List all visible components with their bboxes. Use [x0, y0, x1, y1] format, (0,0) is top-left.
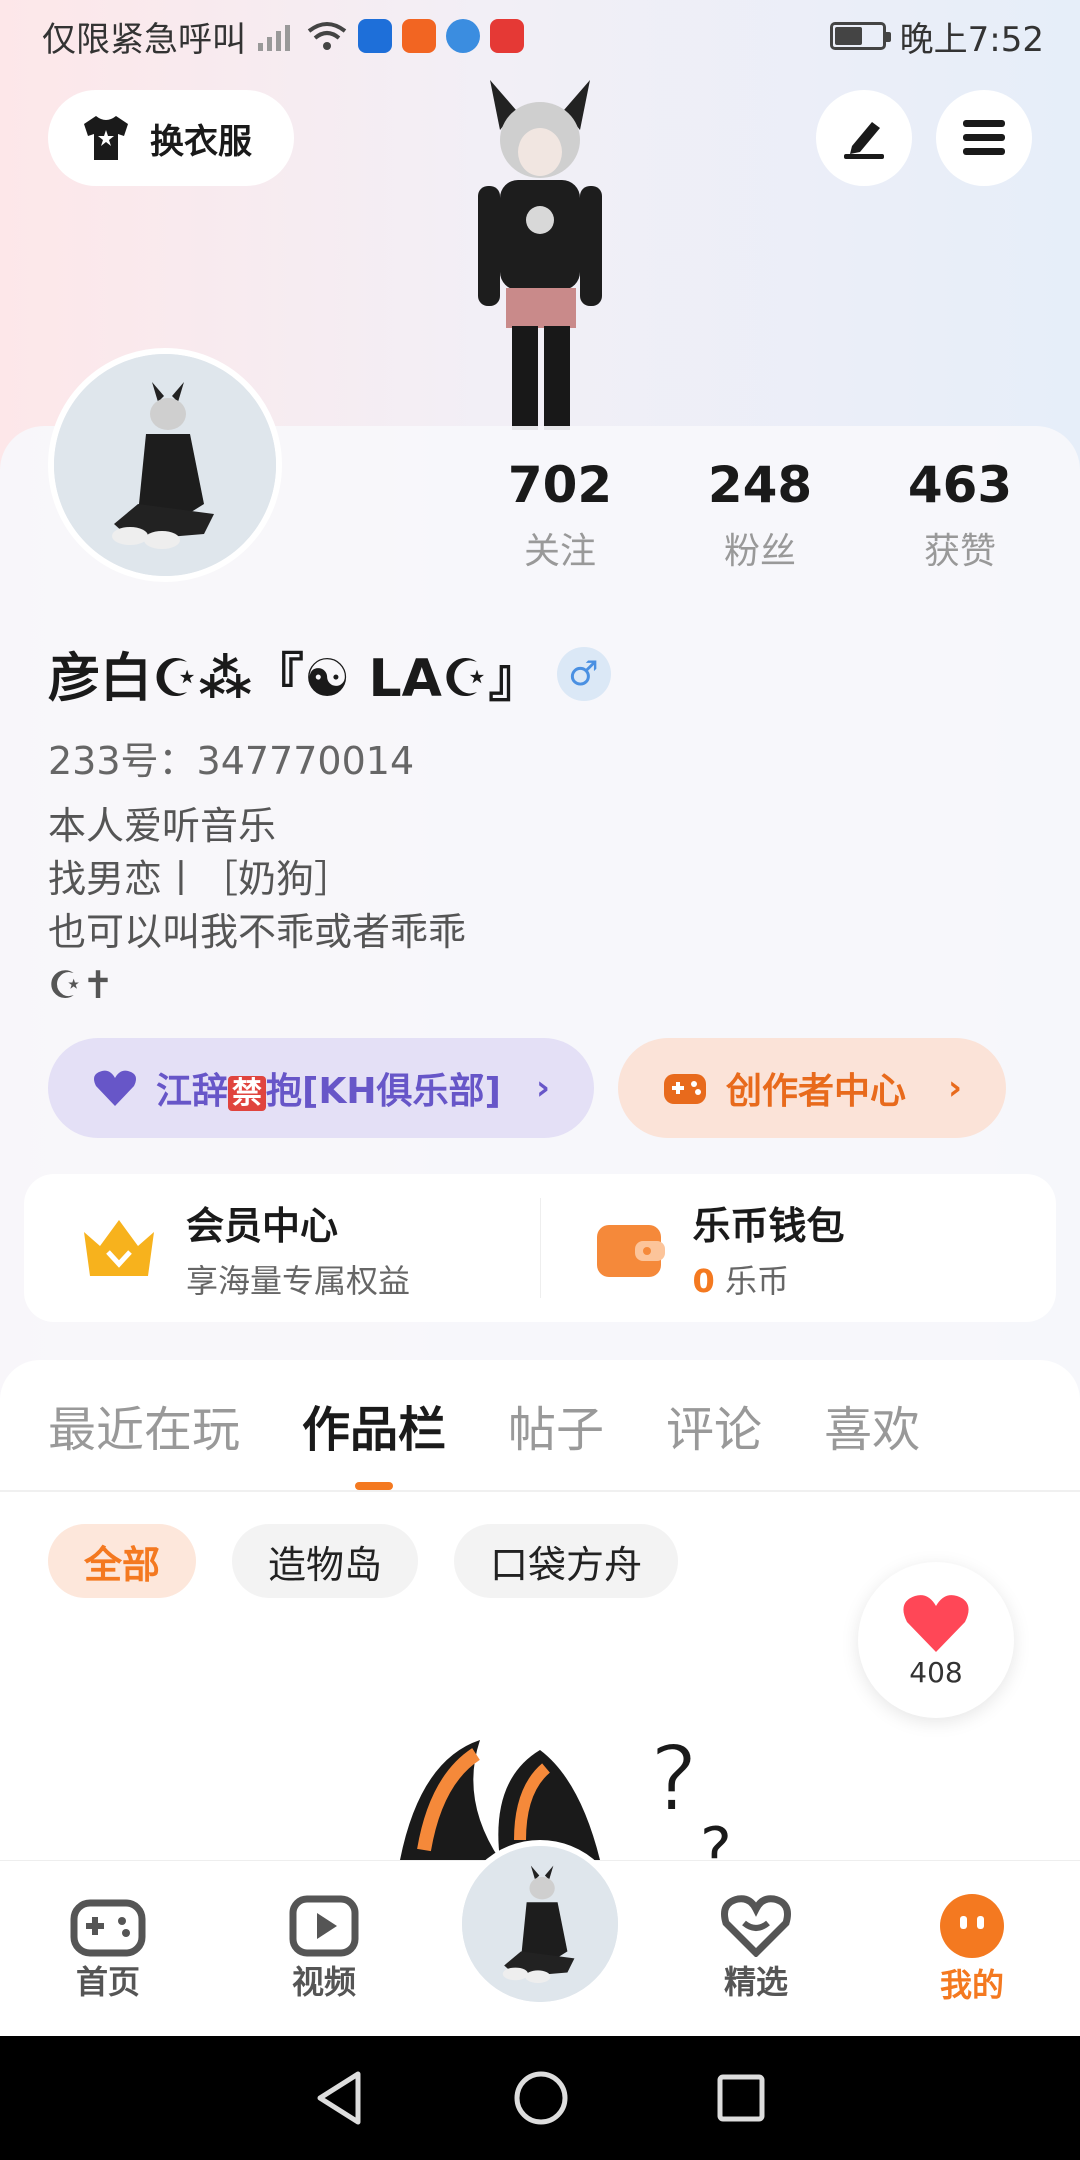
app-shield-icon — [358, 19, 392, 53]
crown-icon — [84, 1220, 154, 1276]
clock: 晚上7:52 — [899, 19, 1044, 60]
stat-following[interactable]: 702 关注 — [460, 456, 660, 574]
group-suffix: 抱[KH俱乐部] — [266, 1071, 501, 1112]
gamepad-icon — [664, 1074, 706, 1104]
mine-face-icon — [940, 1893, 1004, 1958]
recents-icon[interactable] — [716, 2073, 766, 2123]
coin-unit: 乐币 — [724, 1261, 789, 1300]
nav-avatar-button[interactable] — [456, 1840, 624, 2008]
avatar-image — [54, 354, 276, 576]
stat-value: 702 — [507, 456, 613, 514]
user-id[interactable]: 233号：347770014 — [48, 730, 414, 785]
bio: 本人爱听音乐 找男恋丨［奶狗］ 也可以叫我不乖或者乖乖 ☪︎✝ — [48, 800, 466, 1012]
profile-tabs: 最近在玩 作品栏 帖子 评论 喜欢 — [48, 1384, 920, 1460]
status-bar: 仅限紧急呼叫 晚上7:52 — [0, 0, 1080, 72]
signal-icon — [258, 25, 290, 51]
stat-value: 248 — [707, 456, 813, 514]
creator-center-label: 创作者中心 — [726, 1071, 907, 1112]
stat-label: 获赞 — [923, 531, 996, 572]
home-icon[interactable] — [513, 2070, 569, 2126]
carrier-text: 仅限紧急呼叫 — [42, 19, 246, 60]
nickname-row: 彦白☪︎⁂『☯ LA☪︎』 ♂ — [48, 636, 611, 711]
avatar[interactable] — [48, 348, 282, 582]
nav-mine[interactable]: 我的 — [864, 1861, 1080, 2036]
member-title: 会员中心 — [186, 1203, 339, 1248]
change-outfit-label: 换衣服 — [150, 121, 252, 162]
stats-row: 702 关注 248 粉丝 463 获赞 — [460, 456, 1060, 574]
nav-label: 我的 — [939, 1965, 1004, 2004]
member-center[interactable]: 会员中心 享海量专属权益 — [24, 1174, 540, 1322]
group-club-button[interactable]: 江辞禁抱[KH俱乐部] › — [48, 1038, 594, 1138]
change-outfit-button[interactable]: 换衣服 — [48, 90, 294, 186]
gender-male-icon: ♂ — [556, 646, 611, 701]
svg-text:?: ? — [700, 1815, 732, 1860]
nav-home[interactable]: 首页 — [0, 1861, 216, 2036]
filter-pocket-ark[interactable]: 口袋方舟 — [454, 1524, 679, 1598]
filter-chips: 全部 造物岛 口袋方舟 — [48, 1524, 679, 1598]
filter-creation-island[interactable]: 造物岛 — [232, 1524, 419, 1598]
heart-icon — [94, 1070, 136, 1106]
shirt-icon — [84, 116, 128, 160]
wallet-balance: 0 乐币 — [693, 1256, 845, 1302]
coin-amount: 0 — [692, 1261, 715, 1300]
svg-text:?: ? — [650, 1727, 698, 1832]
stat-likes[interactable]: 463 获赞 — [860, 456, 1060, 574]
battery-icon — [829, 22, 891, 50]
tab-works[interactable]: 作品栏 — [302, 1384, 446, 1460]
filter-all[interactable]: 全部 — [48, 1524, 197, 1598]
nav-label: 精选 — [723, 1962, 788, 2001]
menu-icon — [963, 120, 1005, 155]
tab-recently-played[interactable]: 最近在玩 — [48, 1384, 240, 1460]
forbidden-badge: 禁 — [228, 1076, 267, 1111]
back-icon[interactable] — [314, 2070, 366, 2126]
stat-value: 463 — [907, 456, 1013, 514]
wifi-icon — [307, 22, 347, 50]
gamepad-icon — [70, 1899, 146, 1956]
divider — [0, 1490, 1080, 1492]
coin-wallet[interactable]: 乐币钱包 0 乐币 — [541, 1174, 1057, 1322]
pen-icon — [844, 122, 884, 159]
nav-featured[interactable]: 精选 — [648, 1861, 864, 2036]
wallet-title: 乐币钱包 — [692, 1203, 845, 1248]
heart-icon — [903, 1594, 969, 1652]
avatar-image — [462, 1846, 618, 2002]
heart-chat-icon — [721, 1894, 791, 1957]
bio-line: ☪︎✝ — [48, 963, 114, 1007]
tab-posts[interactable]: 帖子 — [508, 1384, 604, 1460]
stat-label: 粉丝 — [723, 531, 796, 572]
character-figure[interactable] — [420, 70, 660, 430]
edit-button[interactable] — [816, 90, 912, 186]
play-icon — [289, 1895, 359, 1956]
like-count: 408 — [909, 1655, 963, 1689]
browser-icon — [446, 19, 480, 53]
app-red-icon — [490, 19, 524, 53]
menu-button[interactable] — [936, 90, 1032, 186]
tab-comments[interactable]: 评论 — [666, 1384, 762, 1460]
member-wallet-card: 会员中心 享海量专属权益 乐币钱包 0 乐币 — [24, 1174, 1056, 1322]
empty-state-illustration: ? ? — [400, 1726, 732, 1860]
member-subtitle: 享海量专属权益 — [186, 1261, 411, 1300]
group-club-label: 江辞禁抱[KH俱乐部] — [156, 1062, 501, 1114]
nav-label: 视频 — [291, 1962, 356, 2001]
app-orange-icon — [402, 19, 436, 53]
tab-likes[interactable]: 喜欢 — [824, 1384, 920, 1460]
bio-line: 本人爱听音乐 — [48, 804, 277, 848]
creator-center-button[interactable]: 创作者中心 › — [618, 1038, 1006, 1138]
chevron-right-icon: › — [535, 1068, 550, 1108]
like-button[interactable]: 408 — [858, 1562, 1014, 1718]
bio-line: 找男恋丨［奶狗］ — [48, 857, 353, 901]
nav-label: 首页 — [75, 1962, 140, 2001]
group-prefix: 江辞 — [156, 1071, 229, 1112]
bio-line: 也可以叫我不乖或者乖乖 — [48, 910, 467, 954]
chevron-right-icon: › — [947, 1068, 962, 1108]
wallet-icon — [596, 1225, 665, 1277]
stat-label: 关注 — [523, 531, 596, 572]
nav-video[interactable]: 视频 — [216, 1861, 432, 2036]
stat-followers[interactable]: 248 粉丝 — [660, 456, 860, 574]
system-nav-bar — [0, 2036, 1080, 2160]
nickname: 彦白☪︎⁂『☯ LA☪︎』 — [48, 649, 541, 709]
